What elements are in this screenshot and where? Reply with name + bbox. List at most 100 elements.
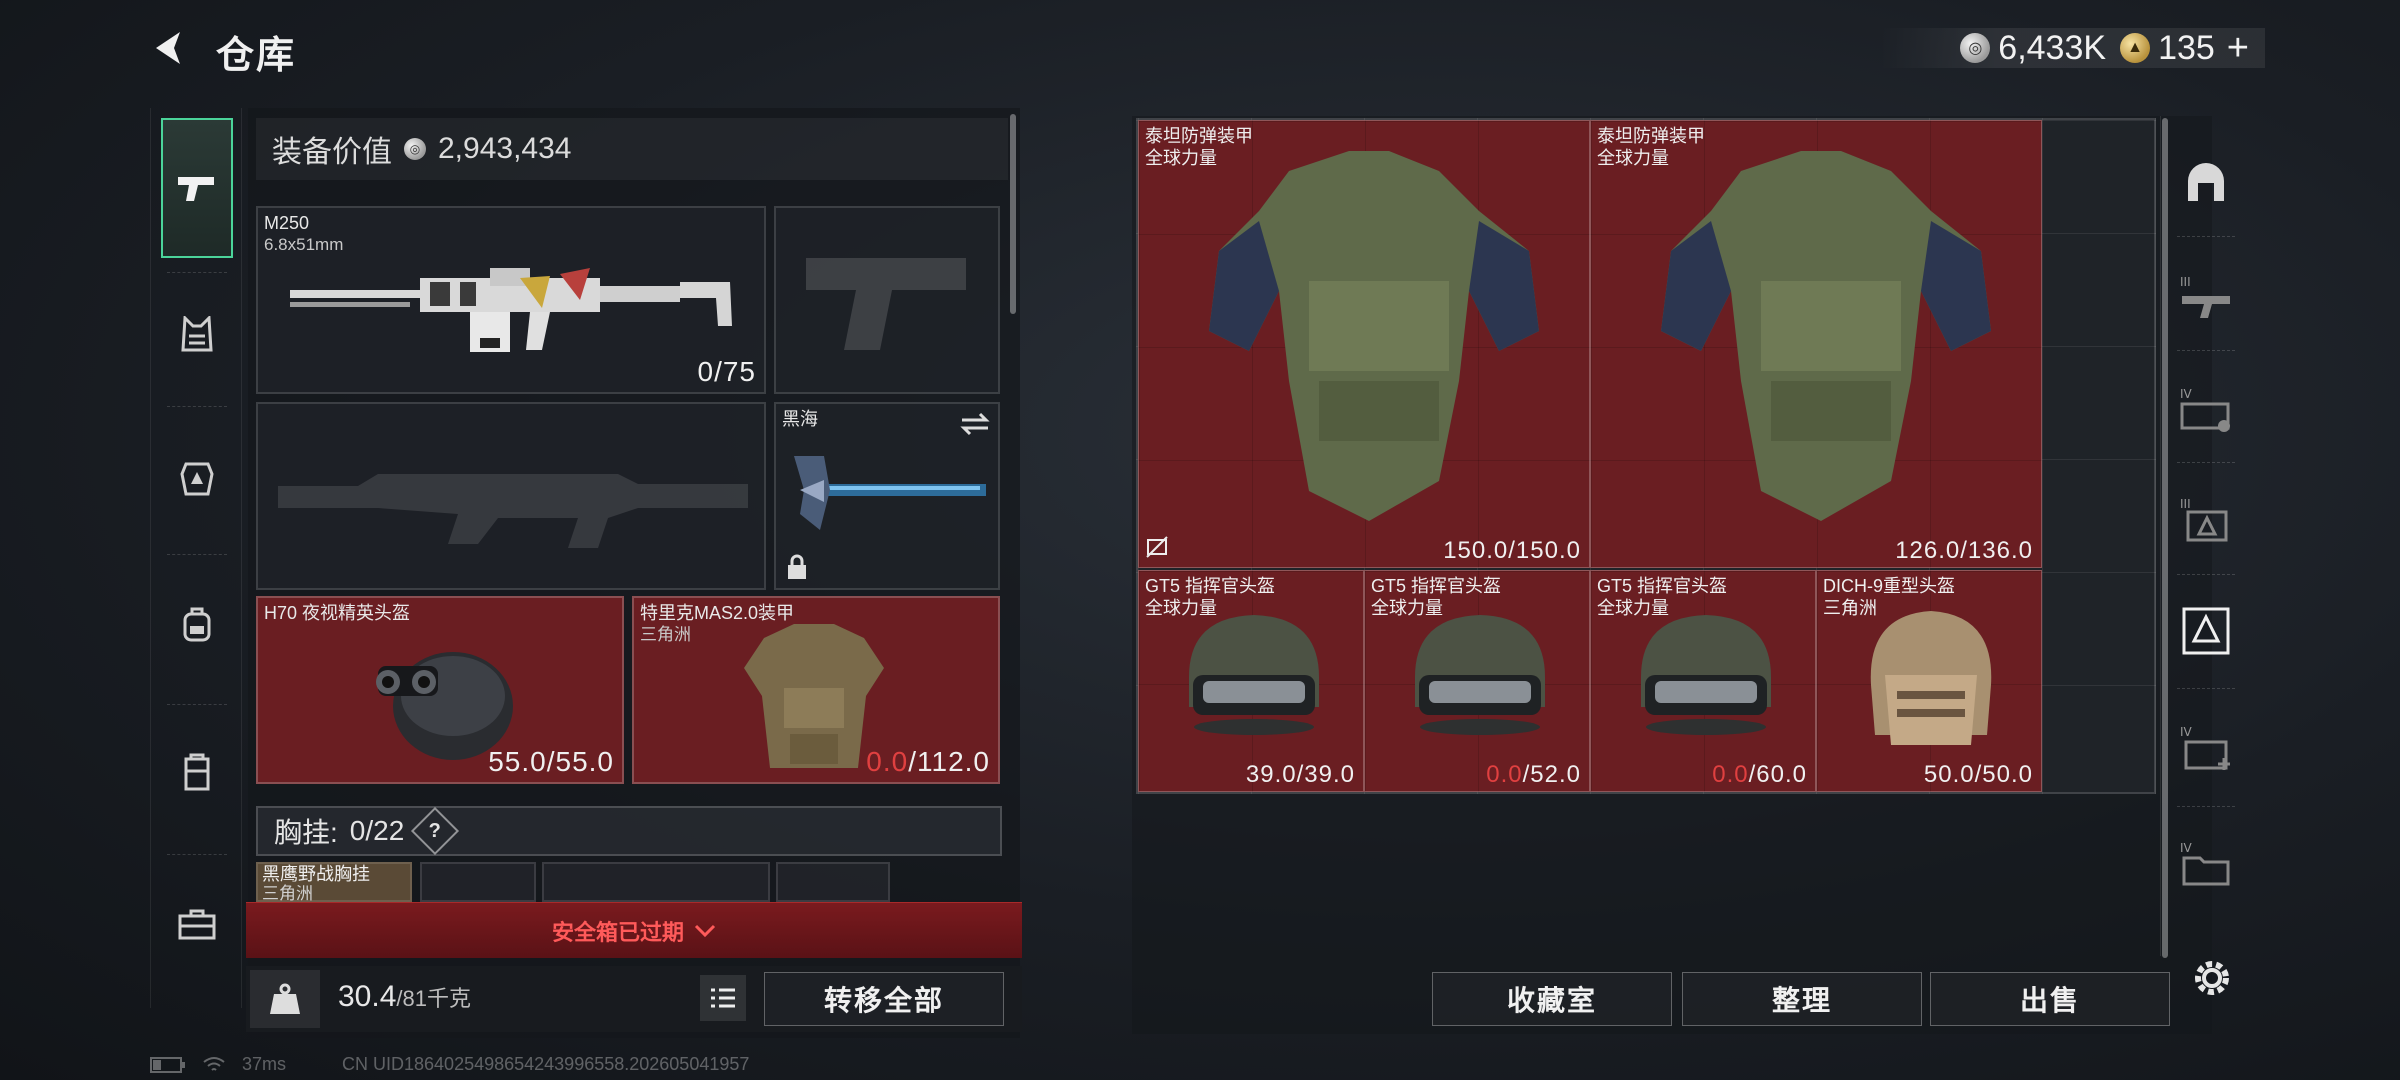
stash-item[interactable]: 泰坦防弹装甲 全球力量 150.0/150.0 [1138,120,1590,568]
silver-amount: 6,433K [1998,28,2107,67]
helmet-nvg-image [376,652,513,760]
swap-icon[interactable] [960,412,990,436]
arch-icon [2188,163,2224,201]
back-button[interactable] [148,26,192,70]
tier3-armor-icon: III [2180,497,2228,542]
tier3-gun-icon: III [2180,275,2230,318]
wifi-icon [203,1056,225,1071]
safebox-expired-banner[interactable]: 安全箱已过期 [246,902,1022,958]
armor-icon [180,462,214,496]
tab-vest[interactable] [161,298,233,370]
chest-rig-faction: 三角洲 [262,884,313,903]
chest-capacity: 0/22 [349,815,405,846]
gt5-helmet-image [1415,615,1545,735]
silver-coin-icon: ◎ [1960,33,1991,63]
stash-tab-tier4-medical[interactable]: IV [2175,716,2237,778]
item-durability: 39.0/39.0 [1245,761,1355,788]
back-arrow-icon [156,32,180,64]
rig-slot[interactable] [776,862,890,902]
list-icon [711,988,735,1008]
stash-item[interactable]: GT5 指挥官头盔 全球力量 0.0/52.0 [1364,570,1590,792]
chest-help-button[interactable]: ? [411,806,460,856]
organize-button[interactable]: 整理 [1682,972,1922,1026]
melee-name: 黑海 [782,409,818,429]
settings-button[interactable] [2184,950,2240,1006]
gold-currency[interactable]: ▲ 135 + [2120,27,2249,70]
svg-text:IV: IV [2180,841,2193,855]
tier4-medkit-icon: IV [2180,725,2230,770]
pistol-icon [178,177,214,201]
tab-rig[interactable] [161,736,233,808]
item-durability: 150.0/150.0 [1443,537,1581,564]
tab-case[interactable] [161,888,233,960]
stash-item[interactable]: GT5 指挥官头盔 全球力量 0.0/60.0 [1590,570,1816,792]
weapon-ammo: 0/75 [697,356,756,387]
helmet-slot[interactable]: H70 夜视精英头盔 55.0/55.0 [256,596,624,784]
titan-armor-image [1209,151,1539,521]
stash-tab-all[interactable] [2175,152,2237,214]
sell-button[interactable]: 出售 [1930,972,2170,1026]
axe-image [794,456,986,530]
equip-value-amount: 2,943,434 [438,132,572,165]
titan-armor-image [1661,151,1991,521]
gt5-helmet-image [1189,615,1319,735]
item-durability: 0.0/52.0 [1486,761,1581,788]
stash-tab-tier4-misc[interactable]: IV [2175,832,2237,894]
expired-text: 安全箱已过期 [551,919,684,945]
rig-slot[interactable] [542,862,770,902]
armor-slot[interactable]: 特里克MAS2.0装甲 三角洲 0.0/112.0 [632,596,1000,784]
chevron-down-icon [694,924,716,937]
stash-item[interactable]: DICH-9重型头盔 三角洲 50.0/50.0 [1816,570,2042,792]
tier4-folder-icon: IV [2180,841,2230,886]
weight-icon [250,970,320,1028]
stash-tab-tier4-armor[interactable] [2175,600,2237,662]
collection-room-button[interactable]: 收藏室 [1432,972,1672,1026]
page-title: 仓库 [216,35,297,77]
gt5-helmet-image [1641,615,1771,735]
equip-value-label: 装备价值 [272,136,392,169]
silver-coin-icon: ◎ [404,138,426,160]
ping-value: 37ms [242,1054,287,1074]
stash-tab-tier4-guns[interactable]: IV [2175,378,2237,440]
loadout-scrollbar[interactable] [1010,114,1016,314]
machine-gun-image [290,268,732,352]
svg-text:IV: IV [2180,725,2193,739]
gear-icon [2195,961,2229,995]
stash-tab-tier3-guns[interactable]: III [2175,266,2237,328]
tab-weapons[interactable] [161,118,233,258]
backpack-icon [183,607,211,642]
item-durability: 50.0/50.0 [1923,761,2033,788]
primary-weapon-slot[interactable]: M250 6.8x51mm 0/75 [256,206,766,394]
chest-rig-item[interactable]: 黑鹰野战胸挂 三角洲 [256,862,412,903]
no-insure-icon [1146,536,1168,558]
pistol-silhouette-icon [806,258,966,350]
battery-icon [150,1056,185,1073]
vest-icon [181,316,213,352]
helmet-name: H70 夜视精英头盔 [264,603,411,623]
svg-text:IV: IV [2180,387,2193,401]
item-durability: 0.0/60.0 [1712,761,1807,788]
silver-currency: ◎ 6,433K [1960,29,2106,68]
category-rail [150,108,242,1008]
tab-armor[interactable] [161,442,233,514]
pistol-slot[interactable] [774,206,1000,394]
carry-weight: 30.4/81千克 [338,980,471,1013]
chest-rig-name: 黑鹰野战胸挂 [262,864,370,884]
list-view-button[interactable] [700,975,746,1021]
weapon-name: M250 [264,213,310,233]
item-durability: 126.0/136.0 [1895,537,2033,564]
dich9-helmet-image [1870,611,1992,745]
chest-label: 胸挂: [274,817,338,848]
rig-slot[interactable] [420,862,536,902]
melee-slot[interactable]: 黑海 [774,402,1000,590]
add-currency-button[interactable]: + [2227,27,2249,70]
tab-backpack[interactable] [161,588,233,660]
toolbox-icon [178,909,216,940]
helmet-durability: 55.0/55.0 [488,746,614,777]
stash-item[interactable]: 泰坦防弹装甲 全球力量 126.0/136.0 [1590,120,2042,568]
secondary-weapon-slot[interactable] [256,402,766,590]
armor-faction: 三角洲 [640,625,691,644]
stash-tab-tier3-armor[interactable]: III [2175,488,2237,550]
stash-item[interactable]: GT5 指挥官头盔 全球力量 39.0/39.0 [1138,570,1364,792]
transfer-all-button[interactable]: 转移全部 [764,972,1004,1026]
